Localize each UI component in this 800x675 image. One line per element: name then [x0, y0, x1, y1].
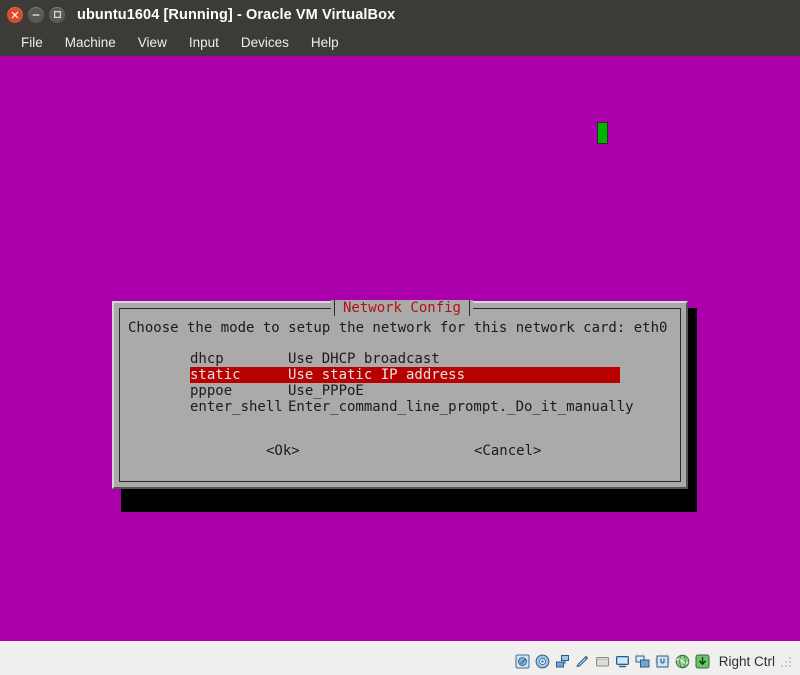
- menubar: File Machine View Input Devices Help: [0, 29, 800, 56]
- display-icon[interactable]: [614, 653, 631, 670]
- optical-disk-icon[interactable]: [534, 653, 551, 670]
- usb-icon[interactable]: [574, 653, 591, 670]
- menu-devices[interactable]: Devices: [230, 33, 300, 52]
- terminal-cursor: [597, 122, 608, 144]
- host-key-label: Right Ctrl: [718, 654, 775, 669]
- window-controls: [7, 6, 65, 23]
- option-desc: Enter_command_line_prompt._Do_it_manuall…: [288, 399, 634, 415]
- window-title: ubuntu1604 [Running] - Oracle VM Virtual…: [77, 6, 396, 23]
- dialog-prompt: Choose the mode to setup the network for…: [128, 320, 668, 336]
- status-icon-group: [514, 653, 711, 670]
- option-row-static[interactable]: static Use static IP address: [190, 367, 620, 383]
- minimize-button[interactable]: [28, 6, 44, 23]
- window-titlebar: ubuntu1604 [Running] - Oracle VM Virtual…: [0, 0, 800, 29]
- option-list: dhcp Use DHCP broadcast static Use stati…: [190, 351, 682, 415]
- option-tag: enter_shell: [190, 399, 283, 415]
- menu-machine[interactable]: Machine: [54, 33, 127, 52]
- option-desc: Use_PPPoE: [288, 383, 364, 399]
- menu-file[interactable]: File: [10, 33, 54, 52]
- option-desc: Use static IP address: [288, 367, 466, 383]
- globe-icon[interactable]: [674, 653, 691, 670]
- option-row-pppoe[interactable]: pppoe Use_PPPoE: [190, 383, 620, 399]
- option-tag: dhcp: [190, 351, 224, 367]
- option-row-enter-shell[interactable]: enter_shell Enter_command_line_prompt._D…: [190, 399, 634, 415]
- option-tag: pppoe: [190, 383, 233, 399]
- menu-help[interactable]: Help: [300, 33, 350, 52]
- maximize-button[interactable]: [49, 6, 65, 23]
- host-capture-icon[interactable]: [694, 653, 711, 670]
- resize-grip[interactable]: [781, 655, 794, 668]
- network-config-dialog: Network Config Choose the mode to setup …: [112, 300, 688, 489]
- close-icon: [11, 11, 19, 18]
- virtualbox-window: ubuntu1604 [Running] - Oracle VM Virtual…: [0, 0, 800, 675]
- cpu-icon[interactable]: [654, 653, 671, 670]
- vm-display[interactable]: Network Config Choose the mode to setup …: [0, 56, 800, 641]
- minimize-icon: [32, 13, 40, 16]
- ok-button[interactable]: <Ok>: [266, 443, 300, 459]
- remote-desktop-icon[interactable]: [634, 653, 651, 670]
- shared-folder-icon[interactable]: [594, 653, 611, 670]
- maximize-icon: [53, 10, 61, 19]
- option-desc: Use DHCP broadcast: [288, 351, 440, 367]
- menu-view[interactable]: View: [127, 33, 178, 52]
- hard-disk-icon[interactable]: [514, 653, 531, 670]
- option-row-dhcp[interactable]: dhcp Use DHCP broadcast: [190, 351, 620, 367]
- menu-input[interactable]: Input: [178, 33, 230, 52]
- cancel-button[interactable]: <Cancel>: [474, 443, 541, 459]
- network-adapter-icon[interactable]: [554, 653, 571, 670]
- option-tag: static: [190, 367, 241, 383]
- close-button[interactable]: [7, 6, 23, 23]
- statusbar: Right Ctrl: [0, 648, 800, 675]
